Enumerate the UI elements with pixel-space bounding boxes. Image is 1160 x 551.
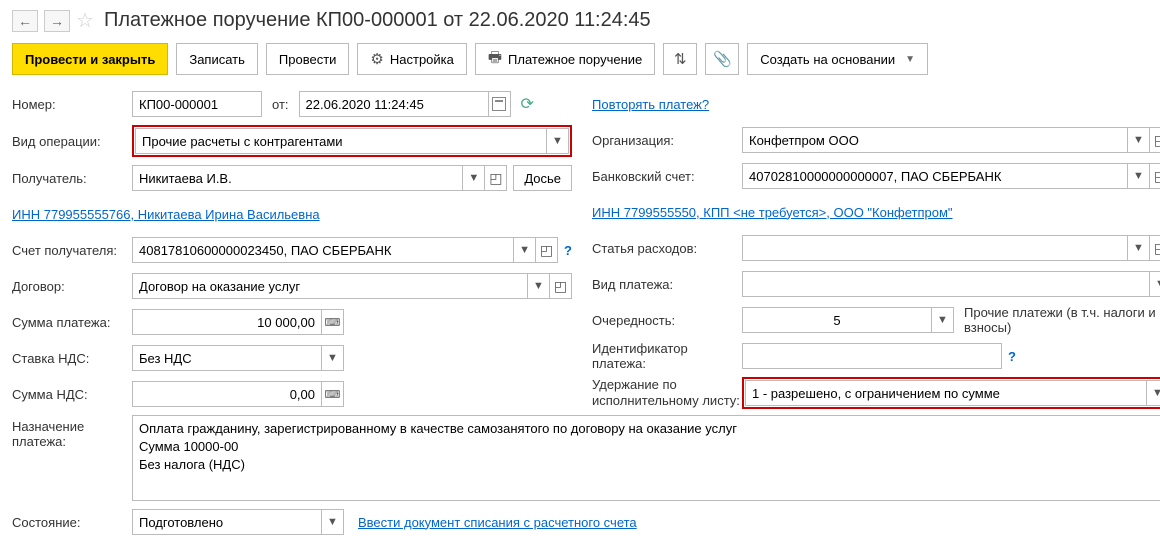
org-inn-link[interactable]: ИНН 7799555550, КПП <не требуется>, ООО …	[592, 205, 953, 220]
writeoff-link[interactable]: Ввести документ списания с расчетного сч…	[358, 515, 637, 530]
schedule-icon[interactable]: ⟳	[521, 94, 534, 114]
priority-desc: Прочие платежи (в т.ч. налоги и взносы)	[964, 305, 1160, 335]
operation-type-group: ▼	[132, 125, 572, 157]
date-input[interactable]	[299, 91, 489, 117]
number-input[interactable]	[132, 91, 262, 117]
vat-sum-input[interactable]	[132, 381, 322, 407]
bank-account-input[interactable]	[742, 163, 1128, 189]
hierarchy-icon: ⇅	[674, 50, 687, 68]
calendar-button[interactable]	[489, 91, 511, 117]
operation-type-input[interactable]	[135, 128, 547, 154]
recipient-inn-link[interactable]: ИНН 779955555766, Никитаева Ирина Василь…	[12, 207, 320, 222]
print-button[interactable]: 🖶 Платежное поручение	[475, 43, 655, 75]
label-payment-type: Вид платежа:	[592, 277, 742, 292]
chevron-down-icon: ▼	[905, 54, 915, 65]
label-vat-rate: Ставка НДС:	[12, 351, 132, 366]
label-contract: Договор:	[12, 279, 132, 294]
label-vat-sum: Сумма НДС:	[12, 387, 132, 402]
payment-type-dropdown[interactable]: ▼	[1150, 271, 1160, 297]
label-payment-id: Идентификатор платежа:	[592, 341, 742, 371]
recipient-account-input[interactable]	[132, 237, 514, 263]
payment-id-input[interactable]	[742, 343, 1002, 369]
create-based-button[interactable]: Создать на основании ▼	[747, 43, 928, 75]
vat-rate-input[interactable]	[132, 345, 322, 371]
expense-item-input[interactable]	[742, 235, 1128, 261]
gear-icon: ⚙	[370, 50, 383, 68]
recipient-input[interactable]	[132, 165, 463, 191]
label-purpose: Назначение платежа:	[12, 415, 132, 449]
label-payment-sum: Сумма платежа:	[12, 315, 132, 330]
attach-button[interactable]: 📎	[705, 43, 739, 75]
repeat-payment-link[interactable]: Повторять платеж?	[592, 97, 709, 112]
label-expense-item: Статья расходов:	[592, 241, 742, 256]
contract-dropdown[interactable]: ▼	[528, 273, 550, 299]
label-operation-type: Вид операции:	[12, 134, 132, 149]
organization-input[interactable]	[742, 127, 1128, 153]
paperclip-icon: 📎	[713, 50, 732, 68]
recipient-account-dropdown[interactable]: ▼	[514, 237, 536, 263]
enforcement-input[interactable]	[745, 380, 1147, 406]
recipient-open[interactable]: ◰	[485, 165, 507, 191]
recipient-account-help[interactable]: ?	[564, 243, 572, 258]
label-bank-account: Банковский счет:	[592, 169, 742, 184]
purpose-textarea[interactable]	[132, 415, 1160, 501]
operation-type-dropdown[interactable]: ▼	[547, 128, 569, 154]
bank-account-dropdown[interactable]: ▼	[1128, 163, 1150, 189]
dossier-button[interactable]: Досье	[513, 165, 572, 191]
printer-icon: 🖶	[488, 47, 502, 72]
priority-input[interactable]	[742, 307, 932, 333]
label-recipient: Получатель:	[12, 171, 132, 186]
contract-input[interactable]	[132, 273, 528, 299]
contract-open[interactable]: ◰	[550, 273, 572, 299]
calendar-icon	[492, 97, 506, 111]
nav-forward-button[interactable]: →	[44, 10, 70, 32]
expense-item-dropdown[interactable]: ▼	[1128, 235, 1150, 261]
nav-back-button[interactable]: ←	[12, 10, 38, 32]
vat-sum-calc[interactable]: ⌨	[322, 381, 344, 407]
state-dropdown[interactable]: ▼	[322, 509, 344, 535]
expense-item-open[interactable]: ◰	[1150, 235, 1160, 261]
payment-id-help[interactable]: ?	[1008, 349, 1016, 364]
label-priority: Очередность:	[592, 313, 742, 328]
label-recipient-account: Счет получателя:	[12, 243, 132, 258]
label-date-from: от:	[272, 97, 289, 112]
process-button[interactable]: Провести	[266, 43, 350, 75]
label-number: Номер:	[12, 97, 132, 112]
organization-dropdown[interactable]: ▼	[1128, 127, 1150, 153]
enforcement-dropdown[interactable]: ▼	[1147, 380, 1160, 406]
favorite-star-icon[interactable]: ☆	[76, 8, 94, 33]
priority-dropdown[interactable]: ▼	[932, 307, 954, 333]
payment-sum-calc[interactable]: ⌨	[322, 309, 344, 335]
vat-rate-dropdown[interactable]: ▼	[322, 345, 344, 371]
page-title: Платежное поручение КП00-000001 от 22.06…	[104, 9, 651, 32]
recipient-account-open[interactable]: ◰	[536, 237, 558, 263]
payment-sum-input[interactable]	[132, 309, 322, 335]
settings-button[interactable]: ⚙ Настройка	[357, 43, 466, 75]
hierarchy-button[interactable]: ⇅	[663, 43, 697, 75]
write-button[interactable]: Записать	[176, 43, 258, 75]
bank-account-open[interactable]: ◰	[1150, 163, 1160, 189]
label-enforcement: Удержание по исполнительному листу:	[592, 377, 742, 408]
organization-open[interactable]: ◰	[1150, 127, 1160, 153]
label-organization: Организация:	[592, 133, 742, 148]
label-state: Состояние:	[12, 515, 132, 530]
state-input[interactable]	[132, 509, 322, 535]
recipient-dropdown[interactable]: ▼	[463, 165, 485, 191]
enforcement-group: ▼	[742, 377, 1160, 409]
payment-type-input[interactable]	[742, 271, 1150, 297]
process-close-button[interactable]: Провести и закрыть	[12, 43, 168, 75]
